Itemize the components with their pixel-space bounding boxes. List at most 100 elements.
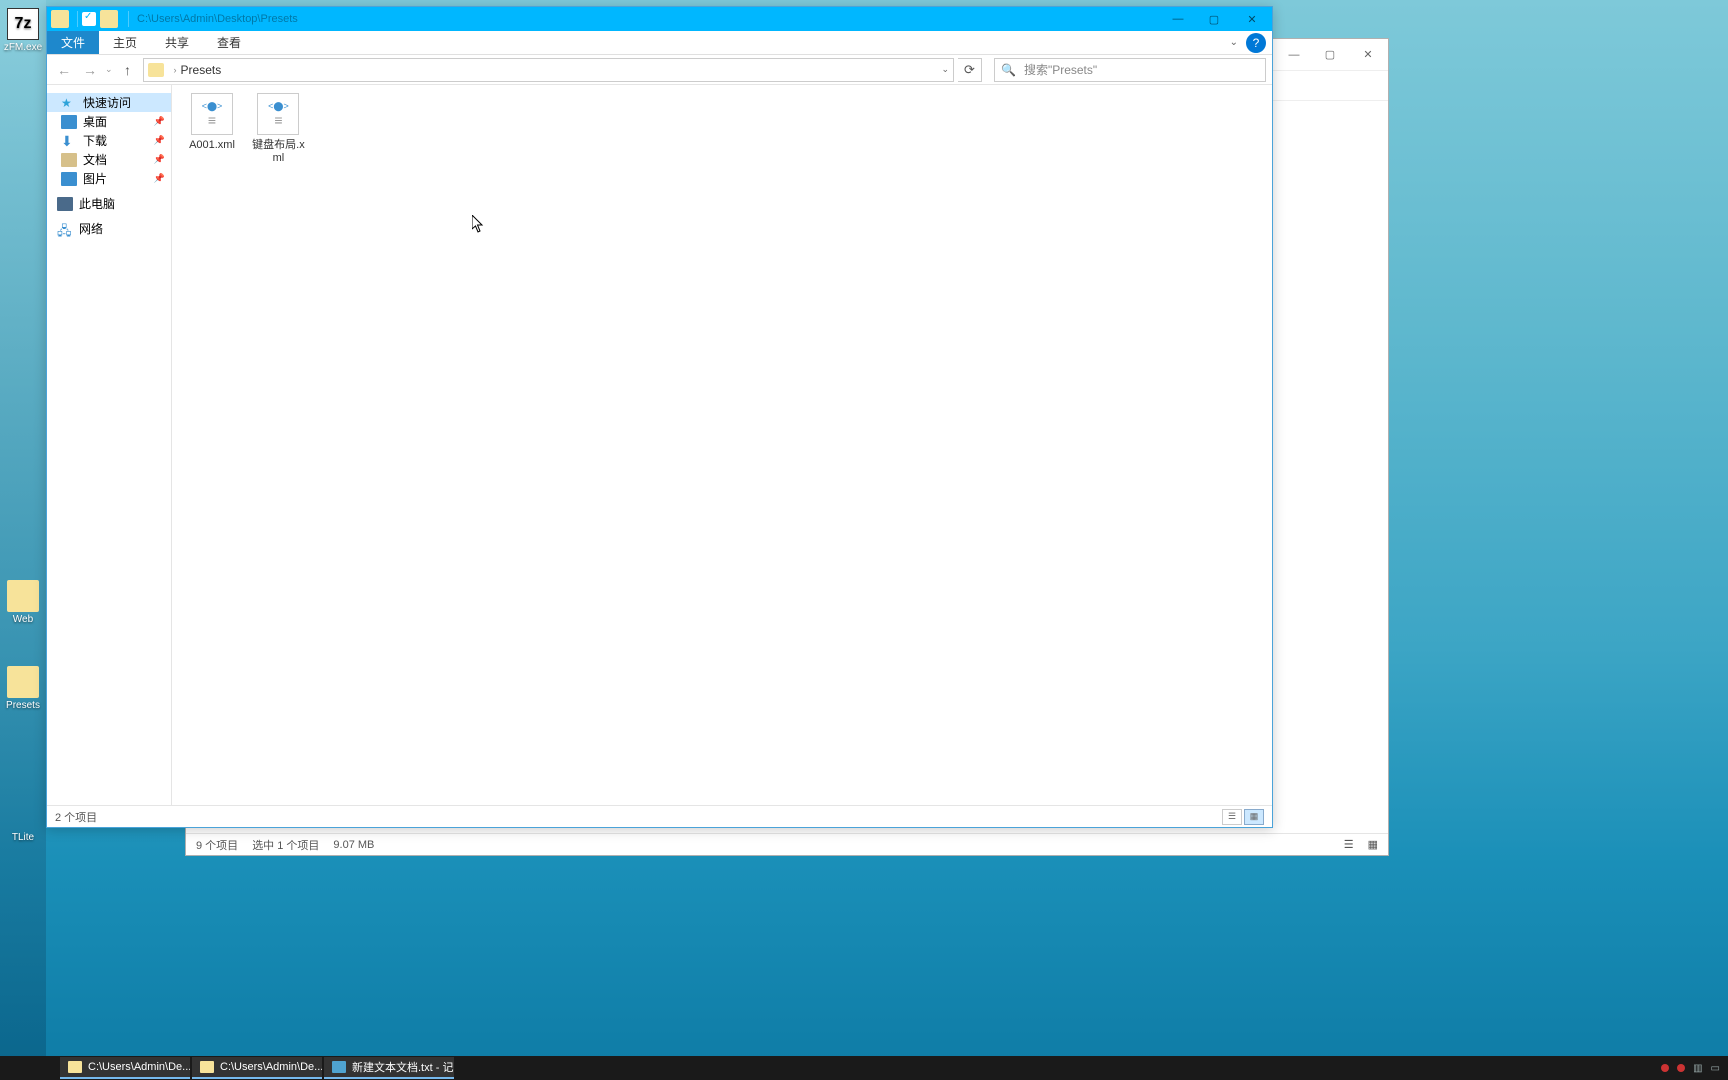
taskbar-item[interactable]: 新建文本文档.txt - 记... bbox=[324, 1057, 454, 1079]
mouse-cursor-icon bbox=[472, 215, 486, 236]
tray-icon[interactable] bbox=[1677, 1064, 1685, 1072]
view-details-button[interactable]: ☰ bbox=[1222, 809, 1242, 825]
close-button[interactable]: ✕ bbox=[1232, 7, 1272, 31]
view-details-button[interactable]: ☰ bbox=[1344, 838, 1354, 851]
sidebar-item-label: 图片 bbox=[83, 170, 107, 187]
pictures-icon bbox=[61, 172, 77, 186]
desktop-icon-ntlite[interactable]: TLite bbox=[0, 832, 46, 843]
pin-icon: 📌 bbox=[154, 116, 165, 127]
file-item[interactable]: 键盘布局.xml bbox=[248, 93, 308, 165]
star-icon: ★ bbox=[61, 96, 77, 110]
network-icon: 🖧 bbox=[57, 222, 73, 236]
qat-properties-icon[interactable] bbox=[82, 12, 96, 26]
desktop-icon-label: Web bbox=[2, 614, 44, 625]
status-item-count: 2 个项目 bbox=[55, 809, 97, 825]
desktop-icon-label: TLite bbox=[0, 832, 46, 843]
view-icons-button[interactable]: ▦ bbox=[1368, 838, 1378, 851]
search-input[interactable]: 🔍 搜索"Presets" bbox=[994, 58, 1266, 82]
pin-icon: 📌 bbox=[154, 154, 165, 165]
explorer-window: C:\Users\Admin\Desktop\Presets — ▢ ✕ 文件 … bbox=[46, 6, 1273, 828]
taskbar-item[interactable]: C:\Users\Admin\De... bbox=[192, 1057, 322, 1079]
computer-icon bbox=[57, 197, 73, 211]
desktop-icon-7z[interactable]: 7z zFM.exe bbox=[2, 8, 44, 53]
taskbar-item[interactable]: C:\Users\Admin\De... bbox=[60, 1057, 190, 1079]
sidebar-item-label: 下载 bbox=[83, 132, 107, 149]
forward-button[interactable]: → bbox=[79, 59, 101, 81]
status-selected: 选中 1 个项目 bbox=[252, 837, 319, 853]
minimize-button[interactable]: — bbox=[1276, 41, 1312, 69]
taskbar[interactable]: C:\Users\Admin\De... C:\Users\Admin\De..… bbox=[0, 1056, 1728, 1080]
navigation-bar: ← → ⌄ ↑ › Presets ⌄ ⟳ 🔍 搜索"Presets" bbox=[47, 55, 1272, 85]
ribbon-tabs: 文件 主页 共享 查看 ⌄ ? bbox=[47, 31, 1272, 55]
maximize-button[interactable]: ▢ bbox=[1196, 7, 1232, 31]
sidebar-item-label: 桌面 bbox=[83, 113, 107, 130]
tray-icon[interactable]: ▥ bbox=[1693, 1063, 1702, 1074]
sidebar-desktop[interactable]: 桌面 📌 bbox=[47, 112, 171, 131]
file-name: A001.xml bbox=[189, 139, 235, 152]
folder-icon bbox=[7, 666, 39, 698]
sevenz-icon: 7z bbox=[7, 8, 39, 40]
sidebar-item-label: 网络 bbox=[79, 220, 103, 237]
system-tray[interactable]: ▥ ▭ bbox=[1661, 1063, 1728, 1074]
file-name: 键盘布局.xml bbox=[248, 139, 308, 165]
ribbon-collapse-icon[interactable]: ⌄ bbox=[1224, 31, 1244, 54]
refresh-button[interactable]: ⟳ bbox=[958, 58, 982, 82]
status-bar: 9 个项目 选中 1 个项目 9.07 MB ☰ ▦ bbox=[186, 833, 1388, 855]
search-icon: 🔍 bbox=[1001, 63, 1016, 77]
pin-icon: 📌 bbox=[154, 135, 165, 146]
minimize-button[interactable]: — bbox=[1160, 7, 1196, 31]
status-bar: 2 个项目 ☰ ▦ bbox=[47, 805, 1272, 827]
sidebar-network[interactable]: 🖧 网络 bbox=[47, 219, 171, 238]
search-placeholder: 搜索"Presets" bbox=[1024, 61, 1097, 78]
sidebar-pictures[interactable]: 图片 📌 bbox=[47, 169, 171, 188]
maximize-button[interactable]: ▢ bbox=[1312, 41, 1348, 69]
titlebar[interactable]: C:\Users\Admin\Desktop\Presets — ▢ ✕ bbox=[47, 7, 1272, 31]
navigation-pane: ★ 快速访问 桌面 📌 ⬇ 下载 📌 文档 📌 图片 📌 bbox=[47, 85, 172, 805]
sidebar-item-label: 此电脑 bbox=[79, 195, 115, 212]
help-icon[interactable]: ? bbox=[1246, 33, 1266, 53]
folder-icon bbox=[148, 63, 164, 77]
address-dropdown-icon[interactable]: ⌄ bbox=[941, 64, 949, 75]
breadcrumb-current[interactable]: Presets bbox=[181, 63, 222, 77]
sidebar-downloads[interactable]: ⬇ 下载 📌 bbox=[47, 131, 171, 150]
sidebar-item-label: 快速访问 bbox=[83, 94, 131, 111]
desktop-icon-label: Presets bbox=[2, 700, 44, 711]
file-list-pane[interactable]: A001.xml 键盘布局.xml bbox=[172, 85, 1272, 805]
status-item-count: 9 个项目 bbox=[196, 837, 238, 853]
folder-icon bbox=[7, 580, 39, 612]
sidebar-item-label: 文档 bbox=[83, 151, 107, 168]
history-dropdown-icon[interactable]: ⌄ bbox=[105, 64, 113, 75]
window-title-path: C:\Users\Admin\Desktop\Presets bbox=[133, 13, 1160, 25]
taskbar-item-label: C:\Users\Admin\De... bbox=[88, 1061, 190, 1073]
tab-home[interactable]: 主页 bbox=[99, 31, 151, 54]
desktop-icon-presets[interactable]: Presets bbox=[2, 666, 44, 711]
tray-icon[interactable]: ▭ bbox=[1711, 1063, 1720, 1074]
back-button[interactable]: ← bbox=[53, 59, 75, 81]
tab-view[interactable]: 查看 bbox=[203, 31, 255, 54]
qat-newfolder-icon[interactable] bbox=[100, 10, 118, 28]
tab-file[interactable]: 文件 bbox=[47, 31, 99, 54]
folder-icon bbox=[200, 1061, 214, 1073]
document-icon bbox=[61, 153, 77, 167]
sidebar-this-pc[interactable]: 此电脑 bbox=[47, 194, 171, 213]
file-item[interactable]: A001.xml bbox=[182, 93, 242, 152]
desktop-icon-label: zFM.exe bbox=[2, 42, 44, 53]
pin-icon: 📌 bbox=[154, 173, 165, 184]
up-button[interactable]: ↑ bbox=[117, 59, 139, 81]
status-size: 9.07 MB bbox=[333, 839, 374, 851]
desktop-icon bbox=[61, 115, 77, 129]
folder-icon bbox=[68, 1061, 82, 1073]
xml-file-icon bbox=[191, 93, 233, 135]
chevron-right-icon[interactable]: › bbox=[174, 65, 177, 75]
view-icons-button[interactable]: ▦ bbox=[1244, 809, 1264, 825]
download-icon: ⬇ bbox=[61, 134, 77, 148]
taskbar-item-label: 新建文本文档.txt - 记... bbox=[352, 1059, 454, 1075]
sidebar-documents[interactable]: 文档 📌 bbox=[47, 150, 171, 169]
xml-file-icon bbox=[257, 93, 299, 135]
close-button[interactable]: ✕ bbox=[1348, 41, 1388, 69]
address-bar[interactable]: › Presets ⌄ bbox=[143, 58, 954, 82]
desktop-icon-web[interactable]: Web bbox=[2, 580, 44, 625]
tab-share[interactable]: 共享 bbox=[151, 31, 203, 54]
tray-icon[interactable] bbox=[1661, 1064, 1669, 1072]
sidebar-quick-access[interactable]: ★ 快速访问 bbox=[47, 93, 171, 112]
